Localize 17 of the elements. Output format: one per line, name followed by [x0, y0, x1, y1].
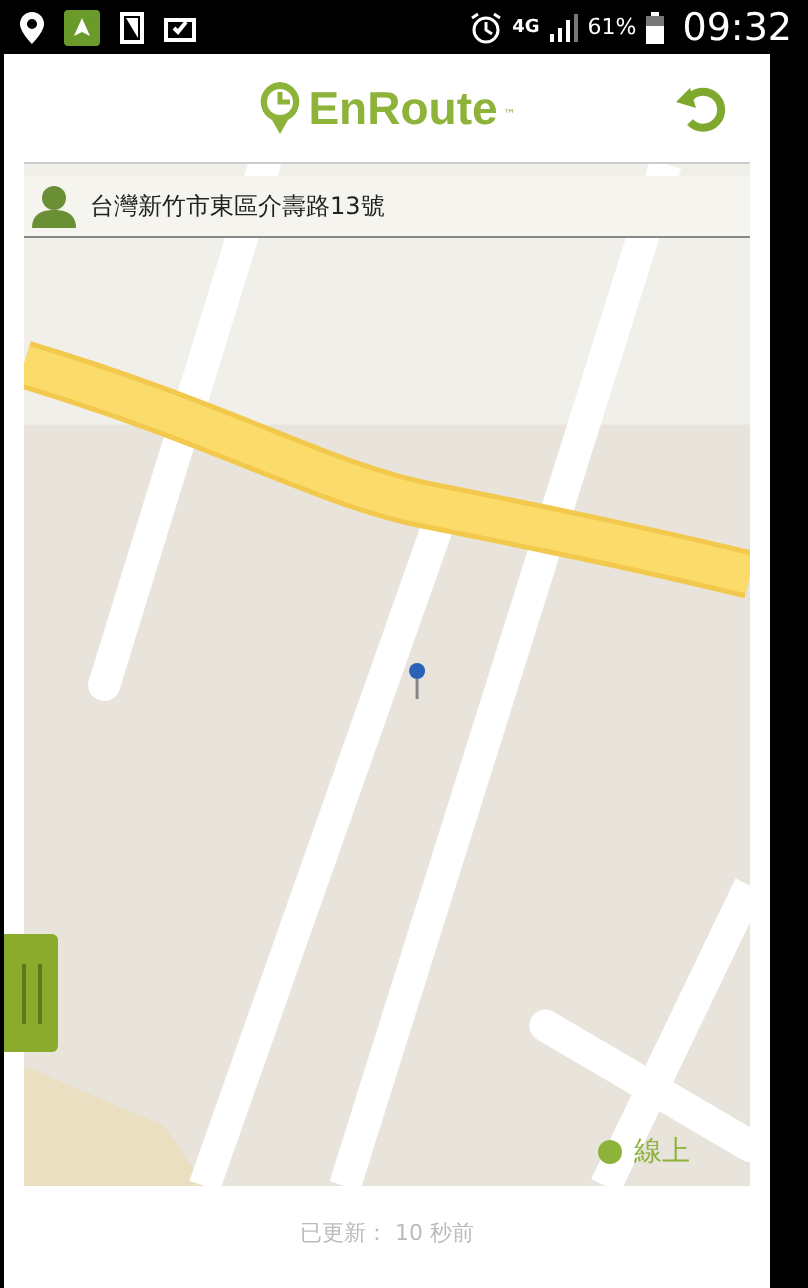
app-icon: [64, 9, 100, 45]
battery-percent: 61%: [587, 14, 637, 40]
last-updated: 已更新： 10 秒前: [300, 1218, 474, 1246]
battery-icon: [646, 11, 665, 43]
connection-status: 線上: [634, 1134, 690, 1170]
logo-pin-icon: [258, 80, 303, 136]
person-icon: [30, 184, 78, 228]
location-pin-icon: [20, 11, 44, 43]
sim-card-icon: [120, 11, 144, 43]
address-text: 台灣新竹市東區介壽路13號: [90, 189, 385, 223]
alarm-clock-icon: [470, 11, 503, 43]
clock-time: 09:32: [682, 5, 792, 49]
network-type: 4G: [512, 17, 540, 37]
drawer-handle[interactable]: [4, 934, 58, 1052]
clipboard-check-icon: [164, 12, 196, 42]
signal-icon: [549, 13, 578, 41]
app-logo: EnRoute: [308, 81, 498, 135]
